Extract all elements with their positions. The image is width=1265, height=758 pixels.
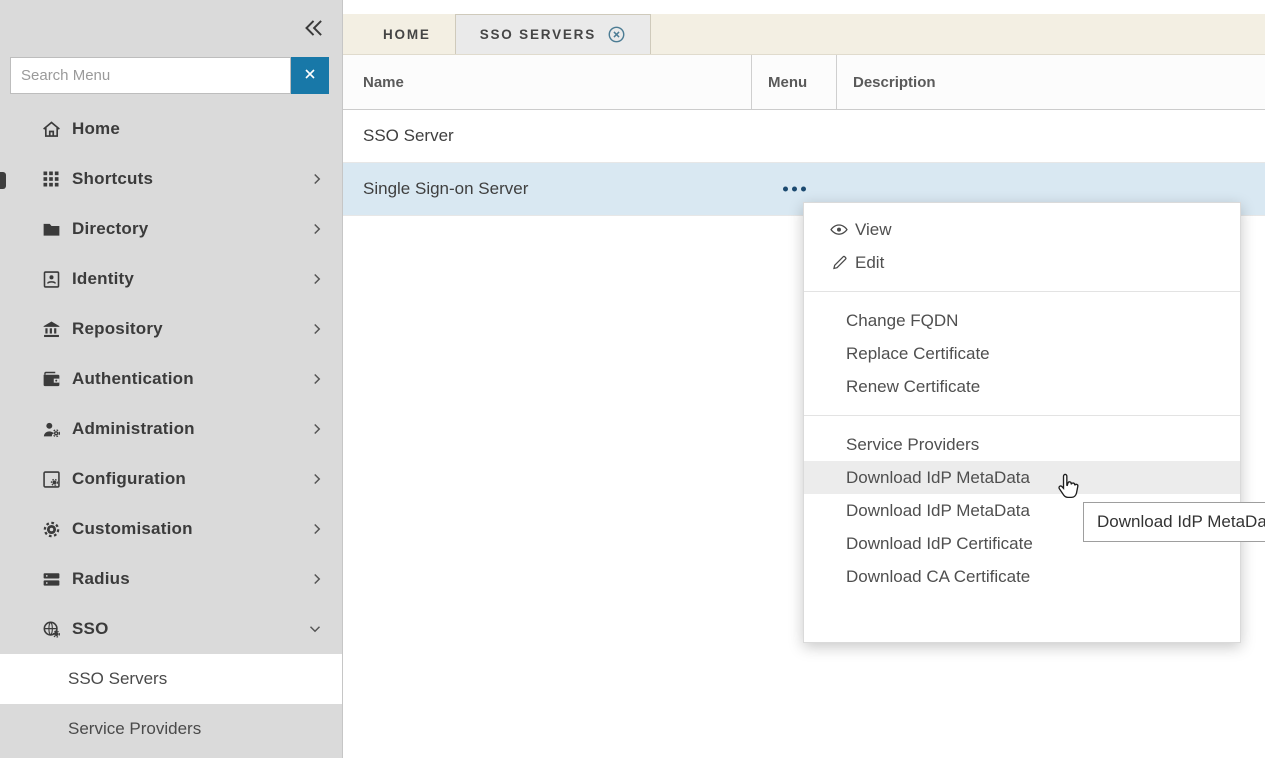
menu-item-label: Replace Certificate — [846, 344, 990, 364]
sidebar-item-sso[interactable]: SSO — [0, 604, 342, 654]
sidebar-item-identity[interactable]: Identity — [0, 254, 342, 304]
sidebar-item-label: Shortcuts — [72, 169, 153, 189]
sidebar-menu: Home Shortcuts Directory — [0, 104, 342, 754]
radius-icon — [40, 568, 62, 590]
search-input[interactable] — [10, 57, 291, 94]
row-name: Single Sign-on Server — [363, 179, 528, 199]
sidebar-item-shortcuts[interactable]: Shortcuts — [0, 154, 342, 204]
menu-item-label: Change FQDN — [846, 311, 958, 331]
menu-separator — [804, 291, 1240, 292]
sidebar-item-radius[interactable]: Radius — [0, 554, 342, 604]
sidebar-item-directory[interactable]: Directory — [0, 204, 342, 254]
column-header-description: Description — [837, 55, 1265, 109]
chevron-right-icon — [308, 370, 326, 388]
sidebar-item-label: Home — [72, 119, 120, 139]
sidebar-item-label: Administration — [72, 419, 195, 439]
menu-item-download-idp-metadata[interactable]: Download IdP MetaData — [804, 461, 1240, 494]
chevron-right-icon — [308, 320, 326, 338]
sidebar-item-label: Radius — [72, 569, 130, 589]
row-context-menu: View Edit Change FQDN Replace Certificat… — [803, 202, 1241, 643]
column-header-menu: Menu — [752, 55, 837, 109]
sidebar-item-customisation[interactable]: Customisation — [0, 504, 342, 554]
menu-item-download-ca-certificate[interactable]: Download CA Certificate — [804, 560, 1240, 593]
menu-item-label: Download IdP Certificate — [846, 534, 1033, 554]
tooltip: Download IdP MetaData — [1083, 502, 1265, 542]
chevron-right-icon — [308, 270, 326, 288]
tab-close-icon[interactable] — [607, 25, 626, 44]
tab-label: SSO SERVERS — [480, 27, 596, 42]
sidebar-item-configuration[interactable]: Configuration — [0, 454, 342, 504]
sidebar-search — [0, 57, 342, 94]
table-row[interactable]: SSO Server — [343, 110, 1265, 163]
customisation-icon — [40, 518, 62, 540]
authentication-icon — [40, 368, 62, 390]
directory-icon — [40, 218, 62, 240]
collapse-sidebar-icon[interactable] — [298, 13, 328, 43]
identity-icon — [40, 268, 62, 290]
menu-item-replace-certificate[interactable]: Replace Certificate — [804, 337, 1240, 370]
sidebar-item-label: Customisation — [72, 519, 193, 539]
sidebar-item-label: Repository — [72, 319, 163, 339]
sidebar-item-authentication[interactable]: Authentication — [0, 354, 342, 404]
chevron-right-icon — [308, 470, 326, 488]
configuration-icon — [40, 468, 62, 490]
sidebar-header — [0, 0, 342, 57]
sso-icon — [40, 618, 62, 640]
menu-item-label: Download CA Certificate — [846, 567, 1030, 587]
menu-item-label: Download IdP MetaData — [846, 468, 1030, 488]
chevron-right-icon — [308, 570, 326, 588]
pencil-icon — [829, 253, 849, 273]
chevron-right-icon — [308, 170, 326, 188]
menu-item-label: Edit — [855, 253, 884, 273]
sub-item-label: SSO Servers — [68, 669, 167, 689]
chevron-down-icon — [306, 620, 324, 638]
menu-item-change-fqdn[interactable]: Change FQDN — [804, 304, 1240, 337]
sidebar-item-administration[interactable]: Administration — [0, 404, 342, 454]
tab-bar: HOME SSO SERVERS — [343, 14, 1265, 55]
sidebar-item-label: Configuration — [72, 469, 186, 489]
tab-label: HOME — [383, 27, 431, 42]
tab-home[interactable]: HOME — [359, 14, 455, 54]
menu-item-renew-certificate[interactable]: Renew Certificate — [804, 370, 1240, 403]
menu-item-label: Download IdP MetaData — [846, 501, 1030, 521]
row-name: SSO Server — [363, 126, 454, 146]
main-content: HOME SSO SERVERS Name Menu Description S… — [343, 0, 1265, 758]
menu-separator — [804, 415, 1240, 416]
row-actions-ellipsis-icon[interactable] — [783, 187, 806, 192]
sidebar-item-label: Identity — [72, 269, 134, 289]
app-window: Home Shortcuts Directory — [0, 0, 1265, 758]
table-header: Name Menu Description — [343, 55, 1265, 110]
column-header-name: Name — [343, 55, 752, 109]
sidebar: Home Shortcuts Directory — [0, 0, 343, 758]
chevron-right-icon — [308, 420, 326, 438]
administration-icon — [40, 418, 62, 440]
sub-item-label: Service Providers — [68, 719, 201, 739]
sidebar-item-label: Authentication — [72, 369, 194, 389]
sidebar-item-label: SSO — [72, 619, 109, 639]
repository-icon — [40, 318, 62, 340]
menu-item-label: Renew Certificate — [846, 377, 980, 397]
close-icon — [302, 66, 318, 85]
sidebar-item-sso-servers[interactable]: SSO Servers — [0, 654, 342, 704]
shortcuts-icon — [40, 168, 62, 190]
search-clear-button[interactable] — [291, 57, 329, 94]
home-icon — [40, 118, 62, 140]
chevron-right-icon — [308, 520, 326, 538]
sidebar-item-service-providers[interactable]: Service Providers — [0, 704, 342, 754]
menu-item-label: View — [855, 220, 892, 240]
sidebar-item-home[interactable]: Home — [0, 104, 342, 154]
chevron-right-icon — [308, 220, 326, 238]
sidebar-item-repository[interactable]: Repository — [0, 304, 342, 354]
tooltip-text: Download IdP MetaData — [1097, 512, 1265, 531]
edge-handle — [0, 172, 6, 189]
menu-item-service-providers[interactable]: Service Providers — [804, 428, 1240, 461]
sidebar-item-label: Directory — [72, 219, 148, 239]
menu-item-label: Service Providers — [846, 435, 979, 455]
menu-item-view[interactable]: View — [804, 213, 1240, 246]
eye-icon — [829, 220, 849, 240]
menu-item-edit[interactable]: Edit — [804, 246, 1240, 279]
tab-sso-servers[interactable]: SSO SERVERS — [455, 14, 651, 54]
